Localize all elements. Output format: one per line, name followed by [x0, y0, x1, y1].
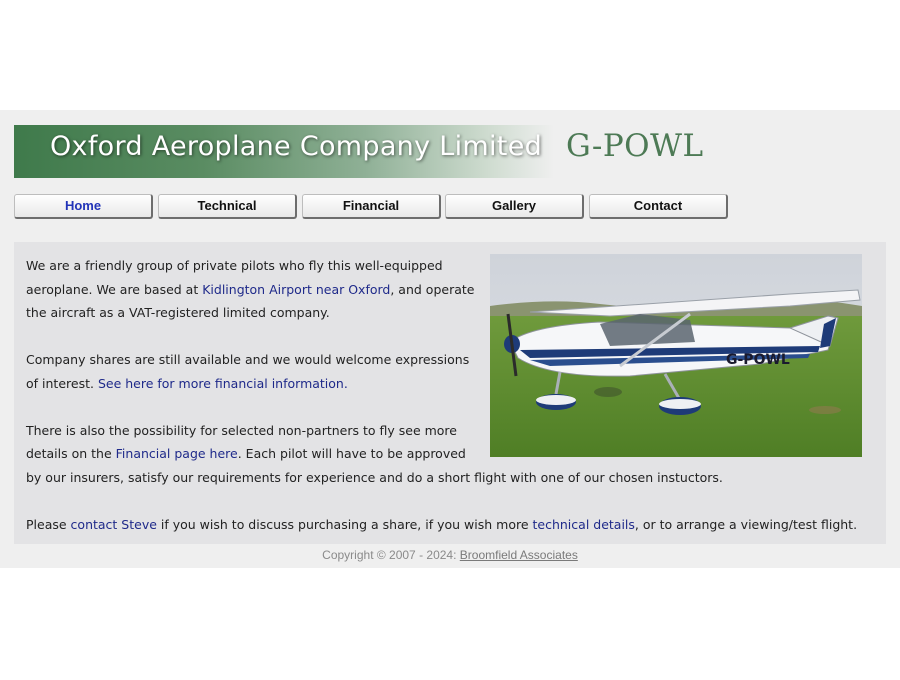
aircraft-photo-image: G-POWL [490, 254, 862, 457]
nav-contact-button[interactable]: Contact [589, 194, 728, 219]
aircraft-photo: G-POWL [490, 254, 862, 457]
footer: Copyright © 2007 - 2024: Broomfield Asso… [0, 548, 900, 562]
kidlington-airport-link[interactable]: Kidlington Airport near Oxford [202, 282, 390, 297]
financial-page-link[interactable]: Financial page here [116, 446, 238, 461]
nav-home-button[interactable]: Home [14, 194, 153, 219]
page-band: Oxford Aeroplane Company Limited G-POWL … [0, 110, 900, 568]
main-content: G-POWL We are a friendly group of privat… [14, 242, 886, 544]
nav-financial-button[interactable]: Financial [302, 194, 441, 219]
paragraph-contact-text-1: Please [26, 516, 71, 532]
nav-technical-button[interactable]: Technical [158, 194, 297, 219]
nav-gallery-button[interactable]: Gallery [445, 194, 584, 219]
paragraph-contact-text-3: , or to arrange a viewing/test flight. [634, 516, 858, 532]
paragraph-contact: Please contact Steve if you wish to disc… [26, 513, 866, 537]
site-banner: Oxford Aeroplane Company Limited [14, 125, 554, 178]
aircraft-registration-marking: G-POWL [726, 352, 790, 368]
copyright-text: Copyright © 2007 - 2024: [322, 548, 460, 562]
intro-text: G-POWL We are a friendly group of privat… [26, 254, 866, 560]
broomfield-associates-link[interactable]: Broomfield Associates [460, 548, 578, 562]
site-title: Oxford Aeroplane Company Limited [50, 131, 543, 162]
aircraft-registration-heading: G-POWL [566, 128, 704, 164]
financial-info-link[interactable]: See here for more financial information. [98, 376, 348, 391]
paragraph-contact-text-2: if you wish to discuss purchasing a shar… [156, 516, 533, 532]
contact-steve-link[interactable]: contact Steve [71, 517, 157, 532]
technical-details-link[interactable]: technical details [533, 517, 635, 532]
